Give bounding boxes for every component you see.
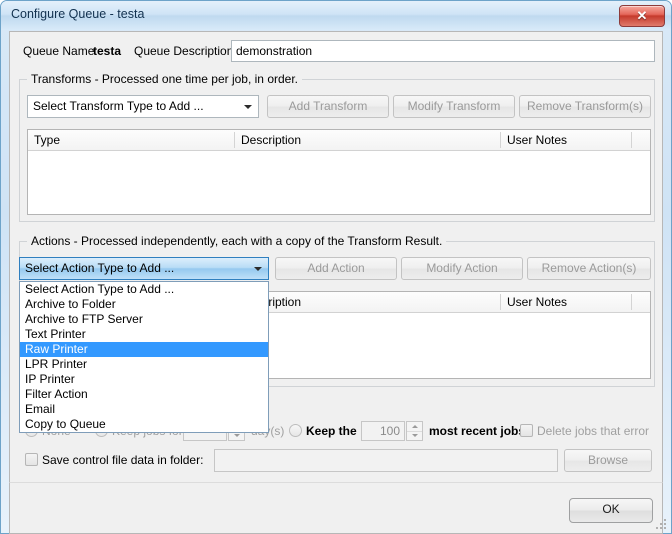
transforms-col-user-notes[interactable]: User Notes [501,130,631,150]
retention-keep-recent-radio[interactable] [289,424,302,437]
action-type-combo[interactable]: Select Action Type to Add ... [19,257,269,280]
action-dropdown-item[interactable]: Text Printer [20,327,268,342]
action-dropdown-item[interactable]: Raw Printer [20,342,268,357]
action-dropdown-item[interactable]: LPR Printer [20,357,268,372]
action-combo-arrow-box[interactable] [248,258,268,279]
action-dropdown-item[interactable]: Archive to FTP Server [20,312,268,327]
add-transform-label: Add Transform [288,99,368,113]
chevron-down-icon [244,105,252,109]
save-control-file-checkbox[interactable] [25,453,38,466]
actions-col-user-notes[interactable]: User Notes [501,292,631,312]
action-dropdown-item[interactable]: IP Printer [20,372,268,387]
retention-recent-count-input[interactable] [361,421,405,441]
modify-action-label: Modify Action [426,261,498,275]
caret-down-icon [234,434,240,437]
ok-button[interactable]: OK [569,498,653,523]
title-bar: Configure Queue - testa ✕ [1,1,671,30]
transforms-grid[interactable]: Type Description User Notes [27,129,651,215]
remove-transform-button[interactable]: Remove Transform(s) [519,95,651,118]
action-type-dropdown-list[interactable]: Select Action Type to Add ... Archive to … [19,281,269,433]
transforms-grid-header: Type Description User Notes [28,130,650,151]
recent-spinner-down[interactable] [407,431,422,440]
browse-label: Browse [587,453,628,467]
close-icon: ✕ [636,8,648,23]
chevron-down-icon [254,267,262,271]
transform-type-combo[interactable]: Select Transform Type to Add ... [27,95,259,118]
caret-down-icon [412,434,418,437]
action-type-combo-value: Select Action Type to Add ... [25,261,175,275]
action-dropdown-item[interactable]: Archive to Folder [20,297,268,312]
caret-up-icon [412,425,418,428]
add-action-label: Add Action [307,261,365,275]
action-dropdown-item[interactable]: Filter Action [20,387,268,402]
actions-col-sep-3[interactable] [631,294,632,310]
resize-grip[interactable] [656,519,668,531]
queue-name-value: testa [93,44,122,58]
remove-action-button[interactable]: Remove Action(s) [527,257,651,280]
add-transform-button[interactable]: Add Transform [267,95,389,118]
transform-type-combo-value: Select Transform Type to Add ... [33,99,204,113]
ok-label: OK [602,502,620,516]
close-button[interactable]: ✕ [619,5,665,27]
modify-action-button[interactable]: Modify Action [401,257,523,280]
queue-description-input[interactable] [231,40,655,62]
transforms-col-sep-3[interactable] [631,132,632,148]
add-action-button[interactable]: Add Action [275,257,397,280]
transforms-col-type[interactable]: Type [28,130,234,150]
transforms-col-description[interactable]: Description [235,130,500,150]
save-control-file-label: Save control file data in folder: [42,453,204,467]
transform-combo-arrow-box[interactable] [238,96,258,117]
retention-keep-recent-label: Keep the [306,424,357,438]
actions-group-title: Actions - Processed independently, each … [27,234,447,248]
modify-transform-button[interactable]: Modify Transform [393,95,515,118]
retention-recent-spinner[interactable] [406,421,423,441]
window-title: Configure Queue - testa [11,7,145,21]
configure-queue-dialog: Configure Queue - testa ✕ Queue Name tes… [0,0,672,534]
action-dropdown-item[interactable]: Copy to Queue [20,417,268,432]
queue-description-label: Queue Description [134,44,234,58]
actions-col-description[interactable]: Description [235,292,500,312]
action-dropdown-item[interactable]: Email [20,402,268,417]
browse-button[interactable]: Browse [564,449,652,472]
remove-transform-label: Remove Transform(s) [526,99,644,113]
control-file-path-input[interactable] [214,449,558,472]
transforms-group-title: Transforms - Processed one time per job,… [27,72,302,86]
modify-transform-label: Modify Transform [407,99,501,113]
dialog-footer [9,482,663,534]
delete-jobs-error-checkbox[interactable] [520,424,533,437]
retention-recent-suffix: most recent jobs [429,424,526,438]
remove-action-label: Remove Action(s) [541,261,637,275]
action-dropdown-item[interactable]: Select Action Type to Add ... [20,282,268,297]
queue-name-label: Queue Name [23,44,95,58]
delete-jobs-error-label: Delete jobs that error [537,424,650,438]
